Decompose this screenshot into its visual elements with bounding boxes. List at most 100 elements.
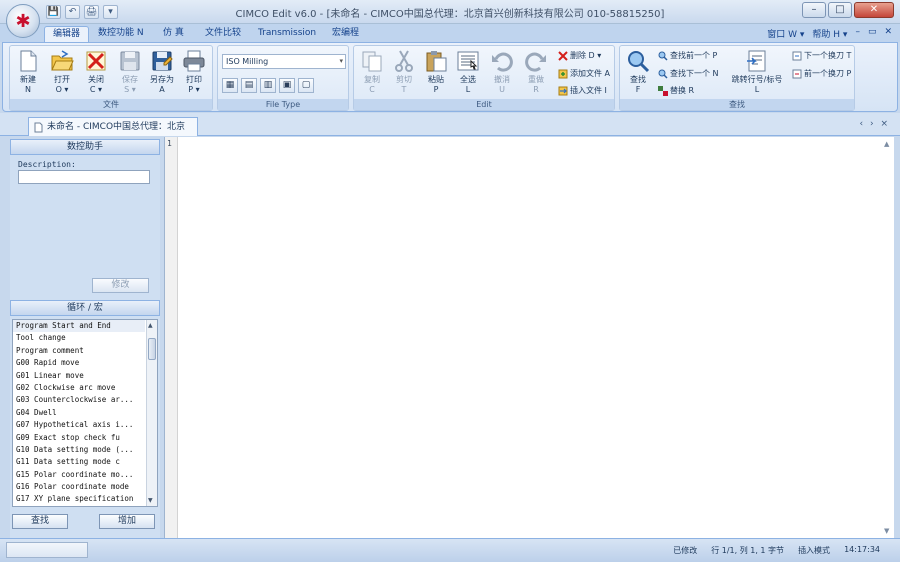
copy-button[interactable]: 复制 C (356, 48, 388, 100)
status-insert-mode: 插入模式 (798, 546, 831, 555)
help-menu[interactable]: 帮助 H ▾ (812, 27, 847, 40)
doc-restore-button[interactable]: ▭ (868, 27, 877, 40)
document-tab-strip: 未命名 - CIMCO中国总代理：北京 ‹ › × (0, 113, 900, 136)
list-item[interactable]: G02 Clockwise arc move (13, 382, 145, 394)
scroll-down-icon[interactable]: ▼ (884, 527, 889, 535)
printer-icon (183, 50, 205, 72)
list-item[interactable]: G07 Hypothetical axis i... (13, 419, 145, 431)
filetype-tool-3-button[interactable]: ▥ (260, 78, 276, 93)
tab-file-compare[interactable]: 文件比较 (197, 26, 249, 42)
window-controls: – □ ✕ (802, 2, 894, 18)
add-file-button[interactable]: 添加文件 A (558, 68, 610, 80)
delete-button[interactable]: 删除 D ▾ (558, 50, 601, 62)
chevron-down-icon: ▾ (339, 57, 343, 65)
new-button[interactable]: 新建 N (12, 48, 44, 100)
add-cycle-button[interactable]: 增加 (99, 514, 155, 529)
print-button[interactable]: 打印 P ▾ (178, 48, 210, 100)
modify-button[interactable]: 修改 (92, 278, 149, 293)
list-item[interactable]: Program Start and End (13, 320, 145, 333)
goto-line-button[interactable]: 跳转行号/标号 L (728, 48, 786, 100)
list-item[interactable]: G10 Data setting mode (... (13, 444, 145, 456)
document-nav-arrows[interactable]: ‹ › × (860, 119, 890, 129)
list-item[interactable]: G17 XY plane specification (13, 493, 145, 505)
insert-file-button[interactable]: 插入文件 I (558, 85, 607, 97)
tab-transmission[interactable]: Transmission (250, 26, 324, 42)
doc-close-button[interactable]: ✕ (884, 27, 892, 40)
cycle-list[interactable]: Program Start and End Tool change Progra… (12, 319, 158, 507)
minimize-button[interactable]: – (802, 2, 826, 18)
list-item[interactable]: Tool change (13, 332, 145, 344)
file-type-combo[interactable]: ISO Milling ▾ (222, 54, 346, 69)
description-field[interactable] (18, 170, 150, 184)
maximize-button[interactable]: □ (828, 2, 852, 18)
window-title: CIMCO Edit v6.0 - [未命名 - CIMCO中国总代理：北京首兴… (235, 9, 665, 20)
file-group: 新建 N 打开 O ▾ 关闭 C ▾ 保存 S ▾ 另存为 A 打印 P ▾ 文 (9, 45, 213, 111)
status-position: 行 1/1, 列 1, 1 字节 (711, 546, 785, 555)
undo-button[interactable]: 撤消 U (486, 48, 518, 100)
list-item[interactable]: G01 Linear move (13, 370, 145, 382)
status-modified: 已修改 (673, 546, 698, 555)
tab-simulation[interactable]: 仿 真 (155, 26, 192, 42)
status-fields: 已修改 行 1/1, 列 1, 1 字节 插入模式 14:17:34 (673, 545, 880, 556)
code-editor[interactable]: 1 ▲ ▼ (164, 137, 894, 538)
save-button[interactable]: 保存 S ▾ (114, 48, 146, 100)
list-item[interactable]: G15 Polar coordinate mo... (13, 469, 145, 481)
doc-minimize-button[interactable]: – (855, 27, 860, 40)
document-tab[interactable]: 未命名 - CIMCO中国总代理：北京 (28, 117, 198, 136)
find-group: 查找 F 查找前一个 P 查找下一个 N 替换 R 跳转行号/标号 L 下一个换… (619, 45, 855, 111)
find-next-icon (658, 69, 668, 79)
tab-nc-functions[interactable]: 数控功能 N (90, 26, 152, 42)
tab-macro[interactable]: 宏编程 (324, 26, 367, 42)
window-menu[interactable]: 窗口 W ▾ (767, 27, 804, 40)
tab-editor[interactable]: 编辑器 (44, 26, 90, 42)
file-group-label: 文件 (10, 99, 212, 110)
select-all-button[interactable]: 全选 L (452, 48, 484, 100)
file-type-group-label: File Type (218, 99, 348, 110)
list-item[interactable]: G03 Counterclockwise ar... (13, 394, 145, 406)
list-item[interactable]: G16 Polar coordinate mode (13, 481, 145, 493)
next-tool-change-button[interactable]: 下一个换刀 T (792, 50, 851, 62)
redo-button[interactable]: 重做 R (520, 48, 552, 100)
close-file-button[interactable]: 关闭 C ▾ (80, 48, 112, 100)
filetype-tool-1-button[interactable]: ▦ (222, 78, 238, 93)
replace-button[interactable]: 替换 R (658, 85, 694, 97)
find-button[interactable]: 查找 F (622, 48, 654, 100)
goto-line-icon (747, 50, 766, 72)
paste-button[interactable]: 粘贴 P (420, 48, 452, 100)
scrollbar-thumb[interactable] (148, 338, 156, 360)
save-disk-icon (120, 51, 140, 71)
line-number: 1 (167, 139, 172, 148)
scroll-up-icon[interactable]: ▲ (148, 322, 153, 329)
open-button[interactable]: 打开 O ▾ (46, 48, 78, 100)
status-bar: 已修改 行 1/1, 列 1, 1 字节 插入模式 14:17:34 (0, 538, 900, 562)
status-time: 14:17:34 (844, 545, 880, 554)
line-number-gutter: 1 (165, 137, 178, 538)
cut-button[interactable]: 剪切 T (388, 48, 420, 100)
save-as-button[interactable]: 另存为 A (146, 48, 178, 100)
ribbon-tab-bar: 编辑器 数控功能 N 仿 真 文件比较 Transmission 宏编程 窗口 … (0, 24, 900, 42)
list-item[interactable]: G04 Dwell (13, 407, 145, 419)
list-item[interactable]: G11 Data setting mode c (13, 456, 145, 468)
scissors-icon (395, 50, 413, 72)
find-next-button[interactable]: 查找下一个 N (658, 68, 719, 80)
copy-icon (362, 51, 382, 72)
previous-tool-change-button[interactable]: 前一个换刀 P (792, 68, 851, 80)
filetype-tool-4-button[interactable]: ▣ (279, 78, 295, 93)
application-menu-button[interactable]: ✱ (6, 4, 40, 38)
editor-scrollbar[interactable]: ▲ ▼ (882, 137, 894, 538)
list-item[interactable]: G09 Exact stop check fu (13, 432, 145, 444)
cycle-list-scrollbar[interactable]: ▲ ▼ (146, 320, 157, 506)
list-item[interactable]: G00 Rapid move (13, 357, 145, 369)
close-button[interactable]: ✕ (854, 2, 894, 18)
find-cycle-button[interactable]: 查找 (12, 514, 68, 529)
find-previous-button[interactable]: 查找前一个 P (658, 50, 717, 62)
paste-clipboard-icon (426, 51, 447, 72)
document-icon (34, 122, 43, 132)
filetype-tool-2-button[interactable]: ▤ (241, 78, 257, 93)
edit-group: 复制 C 剪切 T 粘贴 P 全选 L 撤消 U 重做 R 删除 D ▾ 添加文… (353, 45, 615, 111)
nc-assistant-header: 数控助手 (10, 139, 160, 155)
scroll-up-icon[interactable]: ▲ (884, 140, 889, 148)
filetype-tool-5-button[interactable]: ▢ (298, 78, 314, 93)
scroll-down-icon[interactable]: ▼ (148, 497, 153, 504)
list-item[interactable]: Program comment (13, 345, 145, 357)
